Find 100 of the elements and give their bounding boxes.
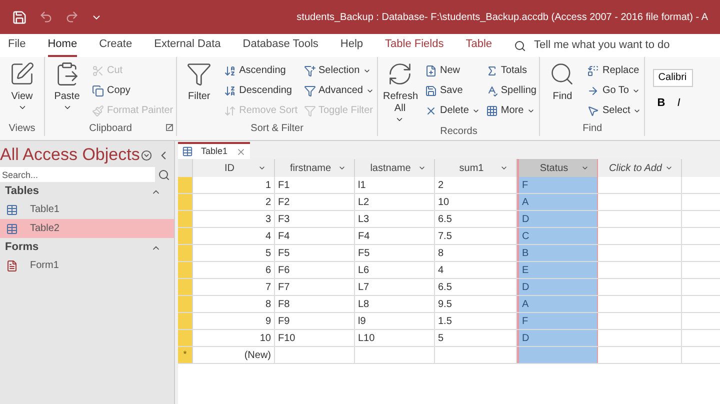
column-header[interactable]: Status xyxy=(517,159,598,177)
search-icon[interactable] xyxy=(158,168,170,180)
table-cell: A xyxy=(517,194,598,210)
sort-descending-icon xyxy=(224,84,236,96)
table-cell: L3 xyxy=(355,211,435,227)
ribbon-large-button[interactable]: View xyxy=(3,61,41,120)
ribbon-large-button[interactable]: Filter xyxy=(180,61,218,120)
caret-icon[interactable] xyxy=(500,164,508,172)
table-cell: F xyxy=(517,177,598,193)
table-cell: 7 xyxy=(193,279,275,295)
bold-button[interactable]: B xyxy=(657,95,666,112)
ribbon-button[interactable]: New xyxy=(424,61,480,80)
caret-icon xyxy=(18,103,26,112)
search-field[interactable]: Search... xyxy=(0,167,155,182)
ribbon-button[interactable]: Delete xyxy=(424,101,480,120)
caret-icon[interactable] xyxy=(581,164,589,172)
nav-item[interactable]: Form1 xyxy=(0,256,174,275)
pane-title: All Access Objects xyxy=(0,144,140,166)
ribbon-button[interactable]: Save xyxy=(424,81,480,100)
italic-button[interactable]: I xyxy=(677,95,680,112)
caret-icon[interactable] xyxy=(338,164,346,172)
table-cell: C xyxy=(517,228,598,244)
ribbon-button[interactable]: Selection xyxy=(304,61,374,80)
ribbon-button[interactable]: Advanced xyxy=(304,81,374,100)
scissors-icon xyxy=(92,64,104,76)
pencil-square-icon xyxy=(9,61,35,87)
table-cell: 9 xyxy=(193,313,275,329)
close-icon[interactable] xyxy=(236,146,246,156)
pointer-icon xyxy=(587,104,600,116)
table-cell: F xyxy=(517,313,598,329)
table-cell: l1 xyxy=(355,177,435,193)
dropdown-icon[interactable] xyxy=(140,150,152,160)
table-cell: L7 xyxy=(355,279,435,295)
ribbon-button[interactable]: Ascending xyxy=(224,61,298,80)
table-cell: F2 xyxy=(275,194,355,210)
table-cell: 8 xyxy=(193,296,275,312)
ribbon-button[interactable]: More xyxy=(486,101,536,120)
replace-icon xyxy=(587,64,600,76)
form-icon xyxy=(6,260,18,272)
table-cell: D xyxy=(517,211,598,227)
ribbon-button[interactable]: Go To xyxy=(587,81,642,100)
table-cell: F5 xyxy=(275,245,355,261)
table-cell: E xyxy=(517,262,598,278)
window-title: students_Backup : Database- F:\students_Backup.accdb (Access 2007 - 2016 file format) - A xyxy=(296,10,708,24)
nav-item[interactable]: Table2 xyxy=(0,219,174,238)
sort-ascending-icon xyxy=(224,64,236,76)
table-cell: F6 xyxy=(275,262,355,278)
nav-item[interactable]: Table1 xyxy=(0,200,174,219)
ribbon-button[interactable]: Copy xyxy=(92,81,174,100)
funnel-icon xyxy=(304,84,316,96)
ribbon-large-button[interactable]: Find xyxy=(543,61,582,120)
table-cell: 6 xyxy=(193,262,275,278)
table-cell: F3 xyxy=(275,211,355,227)
ribbon-button[interactable]: Spelling xyxy=(486,81,536,100)
ribbon-large-button[interactable]: Paste xyxy=(48,61,86,120)
ribbon-button[interactable]: Select xyxy=(587,101,642,120)
table-cell: L8 xyxy=(355,296,435,312)
caret-icon[interactable] xyxy=(258,164,266,172)
table-cell: F10 xyxy=(275,330,355,346)
font-name-field[interactable]: Calibri xyxy=(653,69,694,87)
table-cell: F4 xyxy=(355,228,435,244)
row-selector[interactable]: * xyxy=(178,347,193,363)
caret-icon xyxy=(62,103,72,112)
document-tab[interactable]: Table1 xyxy=(178,142,250,159)
ribbon-button[interactable]: Totals xyxy=(486,61,536,80)
menu-tab[interactable]: File xyxy=(8,34,26,57)
menu-tab[interactable]: Table Fields xyxy=(385,34,444,57)
menu-tab[interactable]: Create xyxy=(99,34,132,57)
search-icon xyxy=(549,61,576,87)
group-header[interactable]: Forms xyxy=(5,239,39,256)
table-cell: F4 xyxy=(275,228,355,244)
table-cell: L6 xyxy=(355,262,435,278)
group-label: Clipboard xyxy=(89,122,132,136)
search-icon xyxy=(514,40,526,52)
menu-tab[interactable]: Help xyxy=(340,34,364,57)
ribbon-button[interactable]: Descending xyxy=(224,81,298,100)
caret-icon[interactable] xyxy=(418,164,426,172)
caret-icon[interactable] xyxy=(665,164,673,172)
tell-me-field[interactable]: Tell me what you want to do xyxy=(514,37,694,54)
group-header[interactable]: Tables xyxy=(5,183,40,200)
menu-tab[interactable]: Database Tools xyxy=(242,34,318,57)
table-cell: 4 xyxy=(193,228,275,244)
table-cell: F8 xyxy=(275,296,355,312)
new-file-icon xyxy=(424,64,437,76)
menu-tab[interactable]: External Data xyxy=(154,34,221,57)
group-label: Sort & Filter xyxy=(250,122,304,136)
ribbon-button[interactable]: Replace xyxy=(587,61,642,80)
arrow-right-icon xyxy=(587,84,600,96)
table-icon xyxy=(182,146,193,157)
table-cell: 1 xyxy=(193,177,275,193)
table-cell: (New) xyxy=(193,347,275,363)
save-icon[interactable] xyxy=(12,10,27,24)
ribbon-large-button[interactable]: Refresh All xyxy=(380,61,419,124)
table-cell: F1 xyxy=(275,177,355,193)
launcher-icon[interactable] xyxy=(166,124,174,131)
paintbrush-icon xyxy=(92,104,104,116)
table-cell: 3 xyxy=(193,211,275,227)
funnel-plus-icon xyxy=(304,64,316,76)
menu-tab[interactable]: Table xyxy=(466,34,492,57)
save-icon xyxy=(424,84,437,96)
